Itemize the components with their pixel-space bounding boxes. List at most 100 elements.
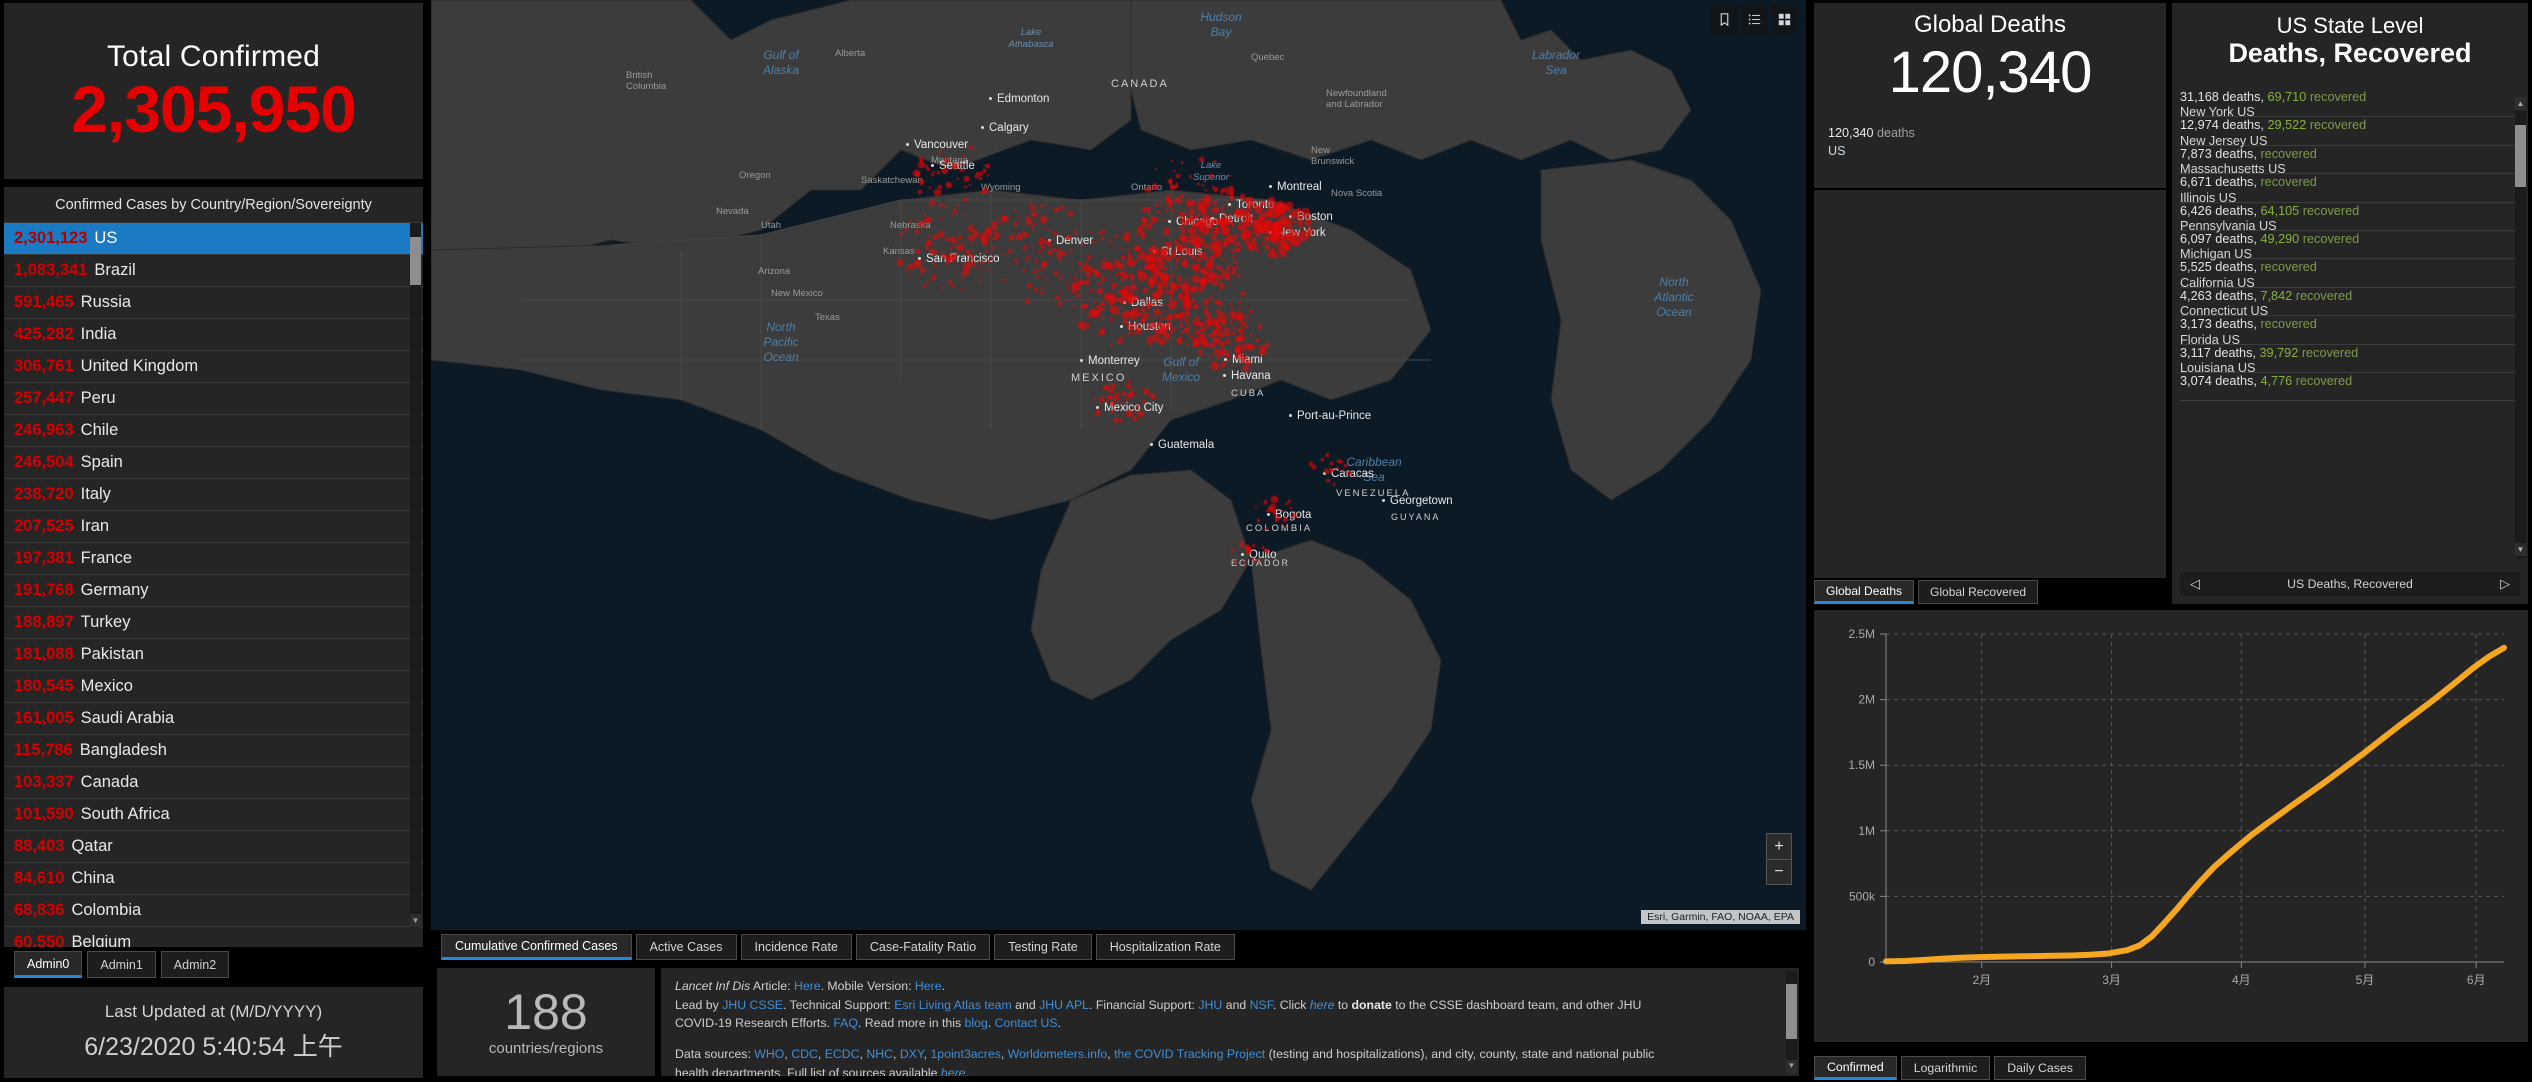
us-state-row[interactable]: 7,873 deaths, recoveredMassachusetts US	[2180, 146, 2520, 174]
chart-tab-logarithmic[interactable]: Logarithmic	[1901, 1056, 1991, 1080]
country-row[interactable]: 425,282India	[4, 319, 423, 351]
global-tab-global-deaths[interactable]: Global Deaths	[1814, 580, 1914, 604]
us-state-row[interactable]: 3,117 deaths, 39,792 recoveredLouisiana …	[2180, 345, 2520, 373]
us-state-list[interactable]: 31,168 deaths, 69,710 recoveredNew York …	[2180, 89, 2520, 558]
credits-source-link-worldometers-info[interactable]: Worldometers.info	[1008, 1047, 1108, 1061]
global-deaths-list-body[interactable]	[1814, 190, 2166, 578]
credits-source-link-who[interactable]: WHO	[754, 1047, 784, 1061]
credits-link-faq[interactable]: FAQ	[833, 1016, 858, 1030]
country-list-scroll-down[interactable]: ▼	[410, 914, 421, 927]
us-state-row[interactable]: 3,074 deaths, 4,776 recovered	[2180, 373, 2520, 401]
grid-icon[interactable]	[1771, 6, 1798, 33]
credits-link-donate-here[interactable]: here	[1310, 998, 1335, 1012]
credits-link-jhu-csse[interactable]: JHU CSSE	[722, 998, 783, 1012]
map-layer-tabs[interactable]: Cumulative Confirmed CasesActive CasesIn…	[441, 934, 1235, 960]
total-confirmed-title: Total Confirmed	[107, 40, 320, 74]
country-row[interactable]: 84,610China	[4, 863, 423, 895]
admin-level-tabs[interactable]: Admin0Admin1Admin2	[4, 947, 423, 983]
credits-link-contact-us[interactable]: Contact US	[995, 1016, 1058, 1030]
credits-data-source-links[interactable]: WHO, CDC, ECDC, NHC, DXY, 1point3acres, …	[754, 1047, 1265, 1061]
us-state-row[interactable]: 3,173 deaths, recoveredFlorida US	[2180, 316, 2520, 344]
country-list-scroll-thumb[interactable]	[410, 237, 421, 285]
bookmark-icon[interactable]	[1711, 6, 1738, 33]
country-row[interactable]: 188,897Turkey	[4, 607, 423, 639]
us-list-scroll-down[interactable]: ▼	[2515, 543, 2526, 556]
credits-source-link-cdc[interactable]: CDC	[791, 1047, 818, 1061]
country-row[interactable]: 88,403Qatar	[4, 831, 423, 863]
credits-link-blog[interactable]: blog	[965, 1016, 988, 1030]
country-row[interactable]: 197,381France	[4, 543, 423, 575]
us-list-scroll-thumb[interactable]	[2515, 125, 2526, 187]
zoom-out-button[interactable]: −	[1767, 859, 1791, 884]
credits-link-jhu[interactable]: JHU	[1198, 998, 1222, 1012]
country-row[interactable]: 68,836Colombia	[4, 895, 423, 927]
list-icon[interactable]	[1741, 6, 1768, 33]
global-tab-global-recovered[interactable]: Global Recovered	[1918, 580, 2038, 604]
country-row[interactable]: 246,504Spain	[4, 447, 423, 479]
country-row[interactable]: 591,465Russia	[4, 287, 423, 319]
chart-mode-tabs[interactable]: ConfirmedLogarithmicDaily Cases	[1814, 1054, 2528, 1080]
country-row[interactable]: 238,720Italy	[4, 479, 423, 511]
map-tab-incidence-rate[interactable]: Incidence Rate	[741, 934, 852, 960]
credits-source-link-dxy[interactable]: DXY	[900, 1047, 924, 1061]
us-list-scroll-up[interactable]: ▲	[2515, 97, 2526, 110]
pager-prev-icon[interactable]: ◁	[2190, 576, 2200, 592]
map-tab-active-cases[interactable]: Active Cases	[636, 934, 737, 960]
us-state-row[interactable]: 6,426 deaths, 64,105 recoveredPennsylvan…	[2180, 203, 2520, 231]
map-tab-cumulative-confirmed-cases[interactable]: Cumulative Confirmed Cases	[441, 934, 632, 960]
global-deaths-tabs[interactable]: Global DeathsGlobal Recovered	[1814, 578, 2166, 604]
pager-next-icon[interactable]: ▷	[2500, 576, 2510, 592]
map-tab-case-fatality-ratio[interactable]: Case-Fatality Ratio	[856, 934, 990, 960]
credits-link-lancet-here[interactable]: Here	[794, 979, 821, 993]
case-dot	[1016, 233, 1023, 240]
admin-tab-admin0[interactable]: Admin0	[14, 951, 82, 978]
admin-tab-admin2[interactable]: Admin2	[161, 951, 229, 978]
credits-link-mobile-here[interactable]: Here	[915, 979, 942, 993]
country-row[interactable]: 306,761United Kingdom	[4, 351, 423, 383]
credits-link-esri-living-atlas[interactable]: Esri Living Atlas team	[894, 998, 1012, 1012]
map-tab-hospitalization-rate[interactable]: Hospitalization Rate	[1096, 934, 1235, 960]
zoom-in-button[interactable]: +	[1767, 834, 1791, 859]
country-row[interactable]: 103,337Canada	[4, 767, 423, 799]
credits-link-jhu-apl[interactable]: JHU APL	[1039, 998, 1089, 1012]
credits-source-link-ecdc[interactable]: ECDC	[825, 1047, 860, 1061]
country-list-scrollbar[interactable]	[410, 223, 421, 927]
country-row[interactable]: 101,590South Africa	[4, 799, 423, 831]
map-canvas[interactable]: Gulf ofAlaska HudsonBay LabradorSea Lake…	[431, 0, 1806, 930]
country-row[interactable]: 246,963Chile	[4, 415, 423, 447]
map-zoom-controls[interactable]: + −	[1766, 833, 1792, 885]
credits-scroll-thumb[interactable]	[1786, 984, 1797, 1039]
country-row[interactable]: 1,083,341Brazil	[4, 255, 423, 287]
us-list-pager[interactable]: ◁ US Deaths, Recovered ▷	[2180, 572, 2520, 596]
country-row[interactable]: 161,005Saudi Arabia	[4, 703, 423, 735]
chart-tab-daily-cases[interactable]: Daily Cases	[1994, 1056, 2086, 1080]
us-state-row[interactable]: 4,263 deaths, 7,842 recoveredConnecticut…	[2180, 288, 2520, 316]
country-row[interactable]: 191,768Germany	[4, 575, 423, 607]
country-list[interactable]: 2,301,123US1,083,341Brazil591,465Russia4…	[4, 222, 423, 983]
credits-source-link-the-covid-tracking-project[interactable]: the COVID Tracking Project	[1114, 1047, 1265, 1061]
case-dot	[952, 163, 958, 169]
confirmed-trend-chart[interactable]: 0500k1M1.5M2M2.5M2月3月4月5月6月	[1814, 610, 2528, 1014]
map-tool-group[interactable]	[1711, 6, 1798, 33]
case-dot	[1297, 215, 1299, 217]
us-state-row[interactable]: 31,168 deaths, 69,710 recoveredNew York …	[2180, 89, 2520, 117]
us-state-row[interactable]: 6,097 deaths, 49,290 recoveredMichigan U…	[2180, 231, 2520, 259]
chart-tab-confirmed[interactable]: Confirmed	[1814, 1056, 1897, 1080]
credits-source-link-1point3acres[interactable]: 1point3acres	[930, 1047, 1000, 1061]
credits-link-nsf[interactable]: NSF	[1250, 998, 1273, 1012]
us-state-row[interactable]: 6,671 deaths, recoveredIllinois US	[2180, 174, 2520, 202]
map-sub-new-brunswick: NewBrunswick	[1311, 145, 1354, 167]
credits-source-link-nhc[interactable]: NHC	[866, 1047, 893, 1061]
country-row[interactable]: 180,545Mexico	[4, 671, 423, 703]
credits-link-sources-here[interactable]: here	[941, 1066, 966, 1076]
country-row[interactable]: 181,088Pakistan	[4, 639, 423, 671]
country-row[interactable]: 115,786Bangladesh	[4, 735, 423, 767]
country-row[interactable]: 257,447Peru	[4, 383, 423, 415]
admin-tab-admin1[interactable]: Admin1	[87, 951, 155, 978]
map-tab-testing-rate[interactable]: Testing Rate	[994, 934, 1091, 960]
us-state-row[interactable]: 5,525 deaths, recoveredCalifornia US	[2180, 259, 2520, 287]
credits-scroll-down[interactable]: ▼	[1786, 1060, 1797, 1073]
country-row[interactable]: 207,525Iran	[4, 511, 423, 543]
country-row[interactable]: 2,301,123US	[4, 223, 423, 255]
us-state-row[interactable]: 12,974 deaths, 29,522 recoveredNew Jerse…	[2180, 117, 2520, 145]
